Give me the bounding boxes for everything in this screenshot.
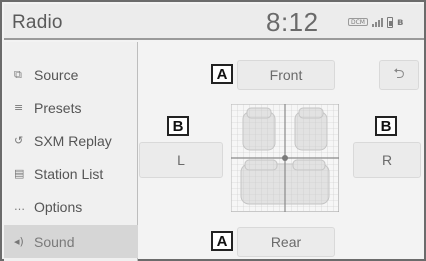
- sidebar-item-source[interactable]: ⧉ Source: [4, 58, 138, 91]
- sidebar-item-sound[interactable]: ◂) Sound: [4, 225, 138, 258]
- clock: 8:12: [266, 7, 319, 37]
- station-list-icon: ▤: [14, 167, 25, 180]
- sidebar-item-label: Sound: [34, 233, 75, 250]
- sidebar-item-label: Source: [34, 66, 79, 83]
- callout-a-front: A: [211, 64, 233, 84]
- front-button[interactable]: Front: [237, 60, 335, 90]
- app-title: Radio: [12, 12, 63, 33]
- replay-icon: ↺: [14, 134, 24, 147]
- header-bar: Radio 8:12 DCM ʙ: [4, 4, 424, 40]
- battery-icon: [387, 16, 393, 28]
- radio-screen: Radio 8:12 DCM ʙ ⧉ Source ≡ Presets ↺ SX…: [0, 0, 426, 261]
- sidebar-item-sxm-replay[interactable]: ↺ SXM Replay: [4, 124, 138, 157]
- source-icon: ⧉: [14, 67, 22, 81]
- dcm-badge: DCM: [348, 18, 368, 26]
- fader-balance-grid[interactable]: [231, 104, 339, 212]
- sidebar-item-label: Station List: [34, 165, 104, 182]
- sidebar-item-label: SXM Replay: [34, 132, 112, 149]
- balance-position-marker: [282, 155, 288, 161]
- callout-b-left: B: [167, 116, 189, 136]
- sidebar-item-station-list[interactable]: ▤ Station List: [4, 157, 138, 190]
- sidebar-item-options[interactable]: … Options: [4, 190, 138, 223]
- sound-icon: ◂): [14, 235, 24, 248]
- back-button[interactable]: ⮌: [379, 60, 419, 90]
- callout-a-rear: A: [211, 231, 233, 251]
- callout-b-right: B: [375, 116, 397, 136]
- back-icon: ⮌: [393, 66, 405, 82]
- balance-panel: Front ⮌ L R Rear A A B B: [139, 42, 424, 261]
- sidebar-item-presets[interactable]: ≡ Presets: [4, 91, 138, 124]
- sidebar: ⧉ Source ≡ Presets ↺ SXM Replay ▤ Statio…: [4, 42, 138, 261]
- right-button[interactable]: R: [353, 142, 421, 178]
- options-icon: …: [14, 200, 25, 213]
- rear-button[interactable]: Rear: [237, 227, 335, 257]
- bluetooth-icon: ʙ: [397, 16, 404, 28]
- sidebar-item-label: Presets: [34, 99, 82, 116]
- left-button[interactable]: L: [139, 142, 223, 178]
- status-icons: DCM ʙ: [348, 14, 403, 30]
- sidebar-item-label: Options: [34, 198, 83, 215]
- presets-icon: ≡: [14, 101, 24, 114]
- signal-bars-icon: [372, 17, 383, 27]
